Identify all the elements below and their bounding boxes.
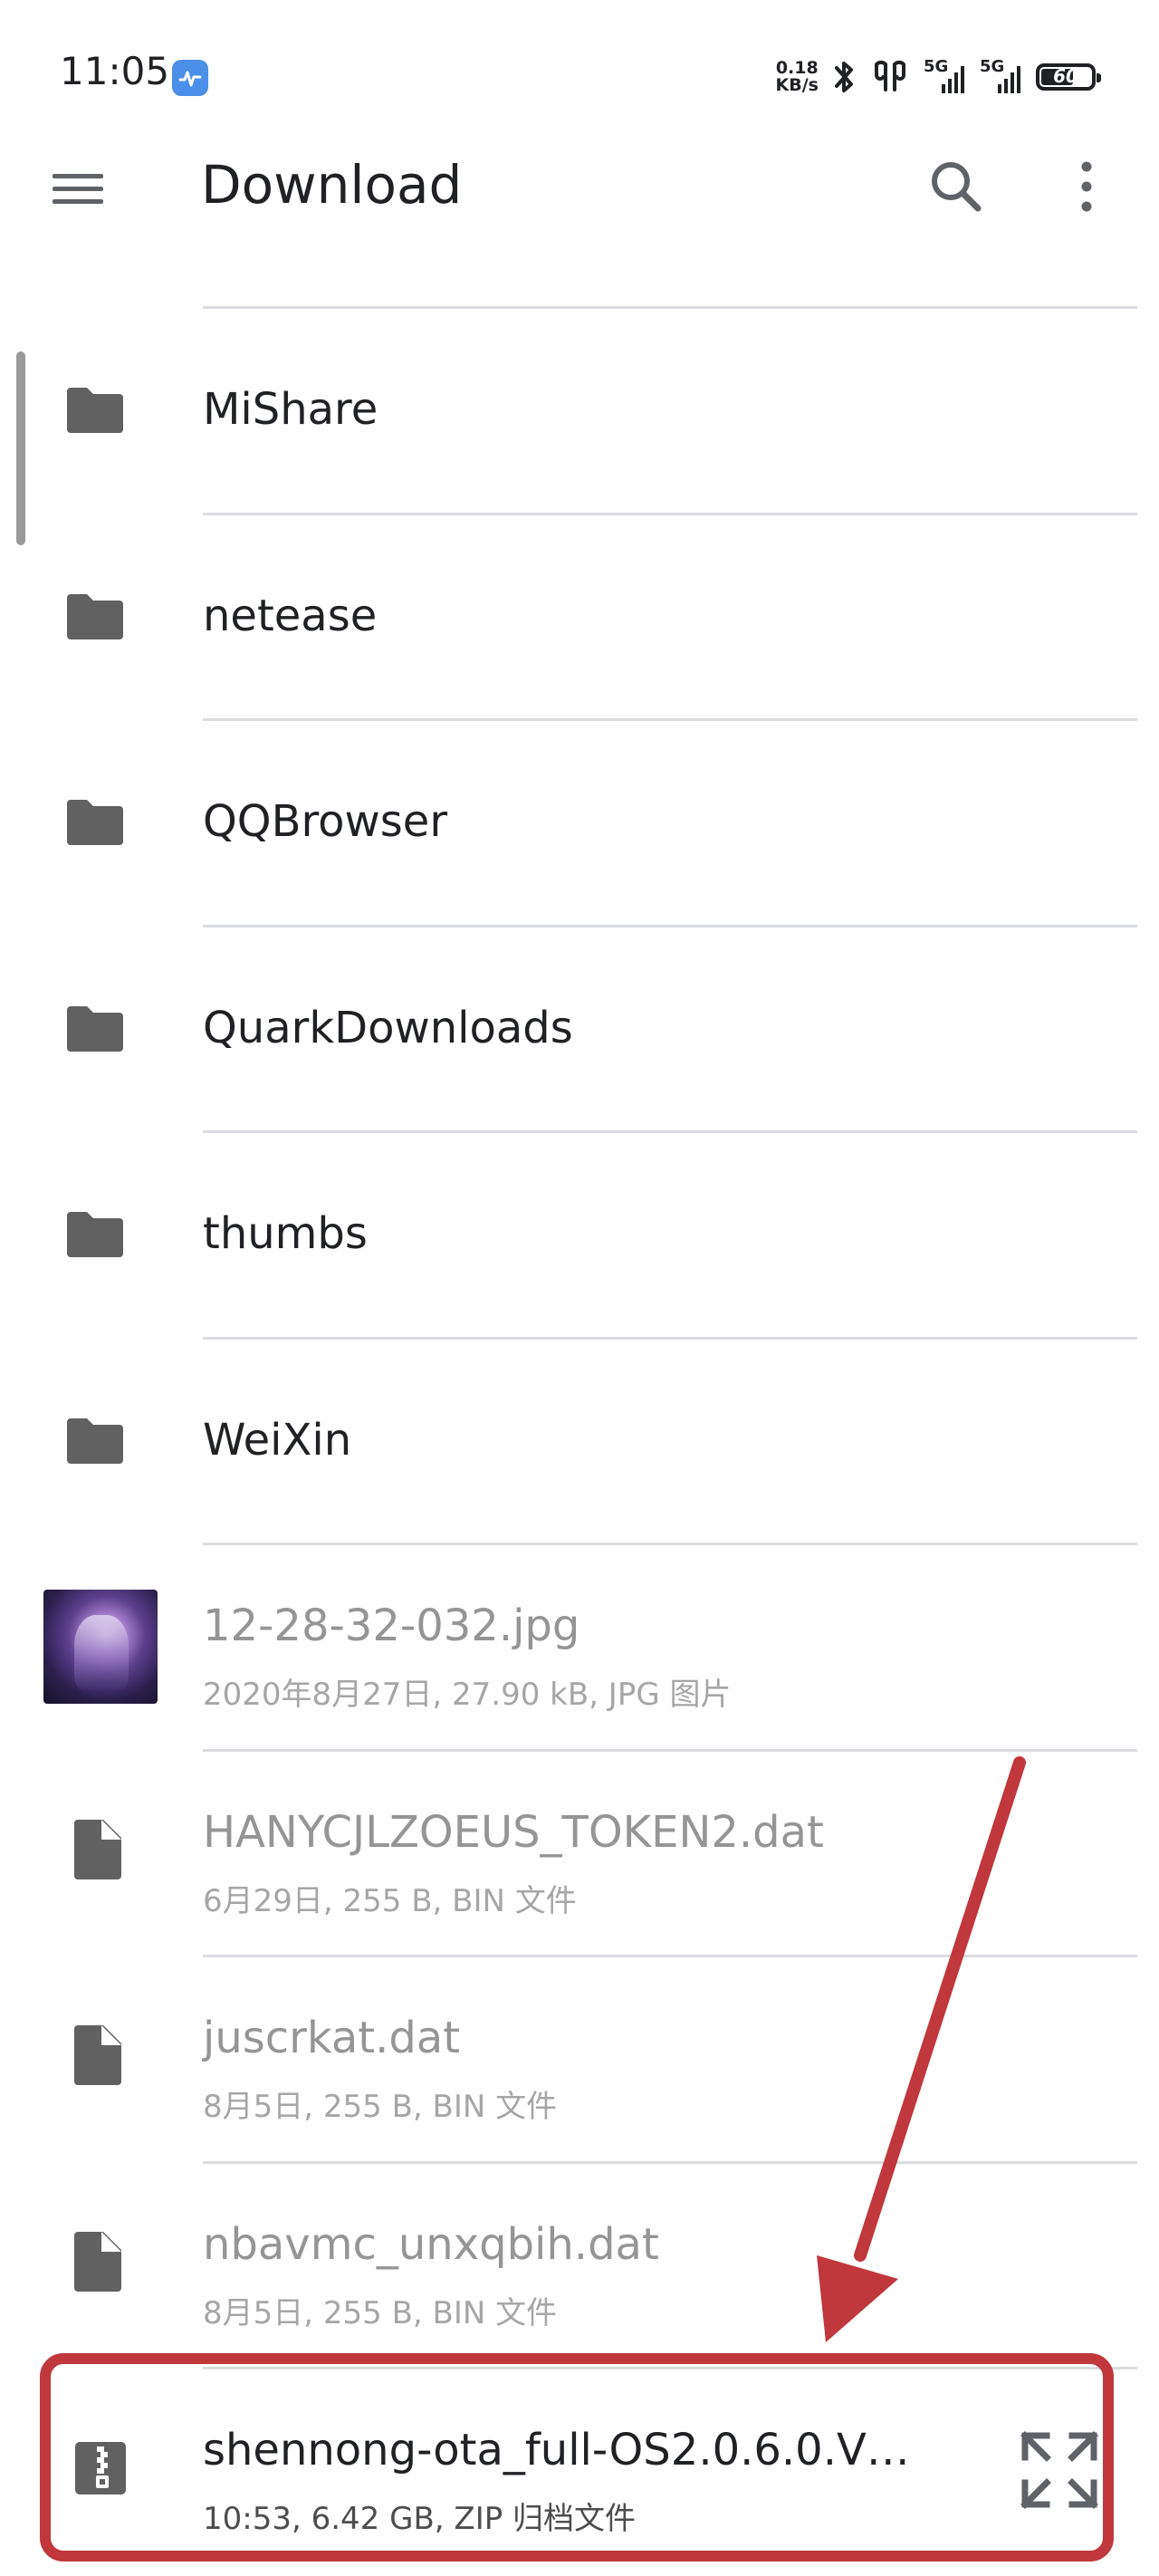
expand-archive-icon[interactable] — [1020, 2430, 1099, 2510]
divider — [203, 512, 1137, 515]
file-icon — [74, 1819, 121, 1879]
file-details: 6月29日, 255 B, BIN 文件 — [203, 1882, 577, 1919]
divider — [203, 1130, 1137, 1133]
folder-name: MiShare — [203, 384, 378, 435]
folder-row[interactable]: MiShare — [0, 306, 1159, 513]
folder-icon — [67, 593, 123, 639]
divider — [203, 924, 1137, 928]
folder-icon — [67, 1005, 123, 1052]
file-list: MiShare netease QQBrowser QuarkDownloads… — [0, 306, 1159, 2573]
search-icon[interactable] — [920, 154, 992, 219]
page-title: Download — [201, 154, 463, 216]
folder-icon — [67, 388, 123, 433]
file-name: HANYCJLZOEUS_TOKEN2.dat — [203, 1806, 824, 1858]
app-bar: Download — [0, 136, 1159, 235]
file-details: 10:53, 6.42 GB, ZIP 归档文件 — [203, 2501, 637, 2537]
folder-icon — [67, 800, 123, 845]
status-icons: 0.18 KB/s 5G 5G 60 — [775, 53, 1101, 101]
more-vert-icon[interactable] — [1050, 154, 1123, 219]
signal-strength-icon: 5G — [924, 57, 967, 97]
folder-name: QuarkDownloads — [203, 1002, 573, 1053]
folder-name: WeiXin — [203, 1414, 352, 1466]
folder-name: thumbs — [203, 1208, 368, 1259]
bluetooth-icon — [835, 62, 853, 92]
file-name: shennong-ota_full-OS2.0.6.0.V… — [203, 2425, 910, 2475]
file-row[interactable]: nbavmc_unxqbih.dat 8月5日, 255 B, BIN 文件 — [0, 2160, 1159, 2368]
highlighted-file-row[interactable]: shennong-ota_full-OS2.0.6.0.V… 10:53, 6.… — [0, 2367, 1159, 2573]
folder-name: netease — [203, 590, 378, 641]
battery-icon: 60 — [1036, 63, 1101, 91]
file-row[interactable]: 12-28-32-032.jpg 2020年8月27日, 27.90 kB, J… — [0, 1543, 1159, 1749]
divider — [203, 1748, 1137, 1752]
file-name: 12-28-32-032.jpg — [203, 1600, 580, 1651]
folder-name: QQBrowser — [203, 796, 448, 847]
status-time: 11:05 — [60, 49, 170, 93]
divider — [203, 718, 1137, 721]
zip-archive-icon — [75, 2442, 126, 2494]
folder-icon — [67, 1418, 123, 1464]
folder-row[interactable]: netease — [0, 512, 1159, 719]
folder-row[interactable]: thumbs — [0, 1130, 1159, 1337]
divider — [203, 2367, 1137, 2369]
folder-icon — [67, 1212, 123, 1257]
file-icon — [74, 2231, 121, 2292]
file-row[interactable]: HANYCJLZOEUS_TOKEN2.dat 6月29日, 255 B, BI… — [0, 1748, 1159, 1956]
folder-row[interactable]: WeiXin — [0, 1336, 1159, 1543]
network-speed: 0.18 KB/s — [775, 58, 819, 95]
file-details: 8月5日, 255 B, BIN 文件 — [203, 2089, 558, 2125]
folder-row[interactable]: QQBrowser — [0, 718, 1159, 925]
status-bar: 11:05 0.18 KB/s 5G 5G 60 — [0, 0, 1159, 145]
file-details: 2020年8月27日, 27.90 kB, JPG 图片 — [203, 1677, 732, 1713]
divider — [203, 1955, 1137, 1957]
hamburger-menu-icon[interactable] — [43, 158, 116, 216]
folder-row[interactable]: QuarkDownloads — [0, 924, 1159, 1131]
divider — [203, 1336, 1137, 1340]
earbuds-icon — [875, 60, 905, 91]
divider — [203, 1543, 1137, 1545]
image-thumbnail — [43, 1590, 158, 1704]
signal-strength-icon-2: 5G — [980, 57, 1023, 97]
file-icon — [74, 2025, 121, 2085]
app-notification-icon — [172, 60, 208, 96]
divider — [203, 2160, 1137, 2164]
file-details: 8月5日, 255 B, BIN 文件 — [203, 2294, 558, 2331]
divider — [203, 306, 1137, 309]
file-row[interactable]: juscrkat.dat 8月5日, 255 B, BIN 文件 — [0, 1955, 1159, 2161]
file-name: nbavmc_unxqbih.dat — [203, 2218, 659, 2270]
file-name: juscrkat.dat — [203, 2013, 461, 2063]
